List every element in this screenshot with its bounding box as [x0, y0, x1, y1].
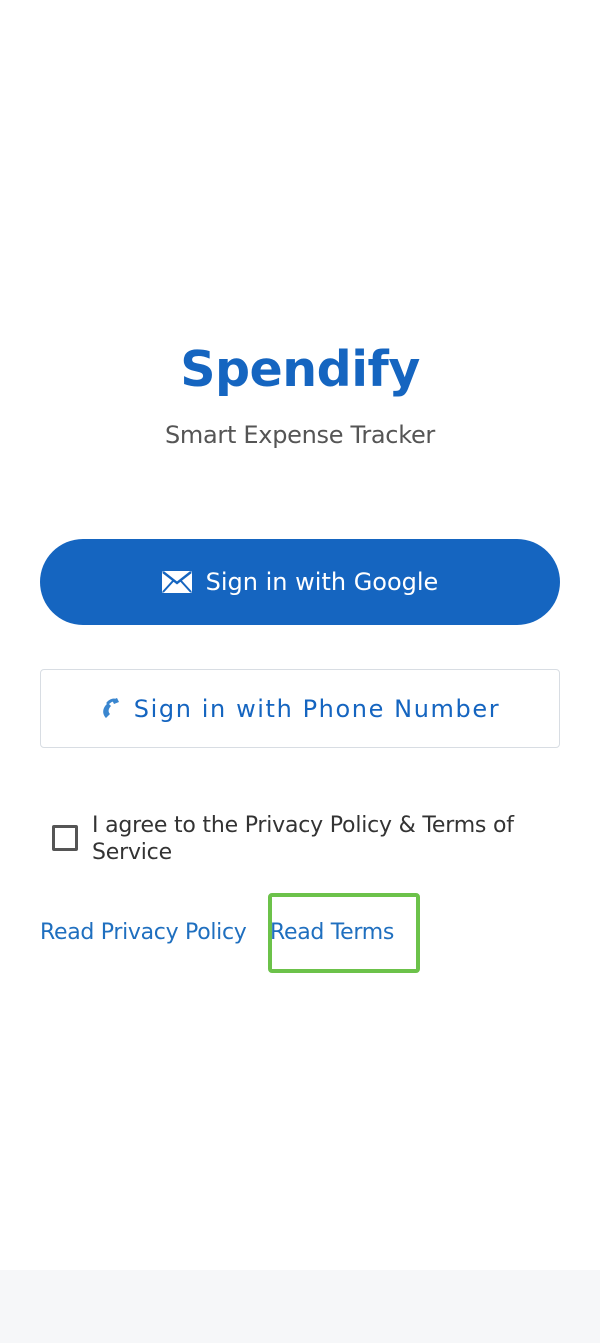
google-signin-label: Sign in with Google	[205, 568, 439, 596]
read-privacy-policy-link[interactable]: Read Privacy Policy	[40, 917, 247, 949]
app-subtitle: Smart Expense Tracker	[165, 421, 435, 449]
app-title: Spendify	[180, 341, 420, 398]
bottom-navigation-bar	[0, 1270, 600, 1343]
consent-checkbox[interactable]	[52, 825, 78, 851]
read-terms-link[interactable]: Read Terms	[270, 917, 394, 949]
consent-row: I agree to the Privacy Policy & Terms of…	[52, 812, 552, 866]
google-signin-button[interactable]: Sign in with Google	[40, 539, 560, 625]
consent-text: I agree to the Privacy Policy & Terms of…	[92, 813, 514, 865]
mail-icon	[161, 571, 192, 593]
phone-icon	[100, 696, 126, 722]
phone-signin-label: Sign in with Phone Number	[133, 694, 501, 723]
phone-signin-button[interactable]: Sign in with Phone Number	[40, 669, 560, 748]
